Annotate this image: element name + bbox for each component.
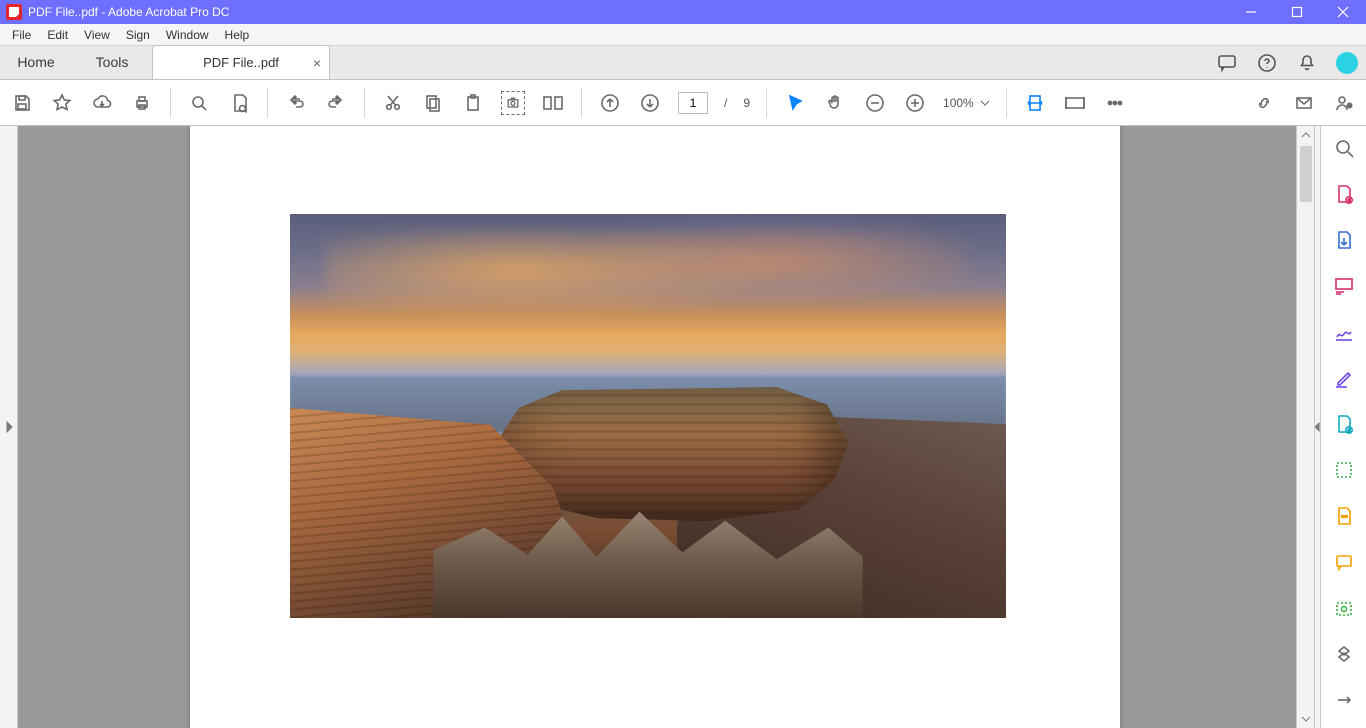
two-page-view-button[interactable] xyxy=(541,91,565,115)
tab-tools[interactable]: Tools xyxy=(72,45,152,79)
chevron-down-icon xyxy=(980,98,990,108)
zoom-in-button[interactable] xyxy=(903,91,927,115)
page-image xyxy=(290,214,1006,618)
tab-document-label: PDF File..pdf xyxy=(203,55,279,70)
prev-page-button[interactable] xyxy=(598,91,622,115)
help-icon[interactable] xyxy=(1256,52,1278,74)
scroll-thumb[interactable] xyxy=(1300,146,1312,202)
sidebar-comment-icon[interactable] xyxy=(1332,550,1356,574)
scroll-down-button[interactable] xyxy=(1297,710,1315,728)
next-page-button[interactable] xyxy=(638,91,662,115)
page-number-input[interactable] xyxy=(678,92,708,114)
window-titlebar: PDF File..pdf - Adobe Acrobat Pro DC xyxy=(0,0,1366,24)
window-maximize-button[interactable] xyxy=(1274,0,1320,24)
snapshot-button[interactable] xyxy=(501,91,525,115)
sidebar-more-icon[interactable] xyxy=(1332,688,1356,712)
menu-file[interactable]: File xyxy=(4,24,39,45)
share-link-button[interactable] xyxy=(1252,91,1276,115)
cloud-save-button[interactable] xyxy=(90,91,114,115)
menu-view[interactable]: View xyxy=(76,24,118,45)
nav-pane-toggle[interactable] xyxy=(0,126,18,728)
notifications-icon[interactable] xyxy=(1296,52,1318,74)
sidebar-combine-icon[interactable] xyxy=(1332,458,1356,482)
read-mode-button[interactable] xyxy=(1063,91,1087,115)
tools-sidebar xyxy=(1320,126,1366,728)
menu-bar: File Edit View Sign Window Help xyxy=(0,24,1366,46)
fit-width-button[interactable] xyxy=(1023,91,1047,115)
menu-window[interactable]: Window xyxy=(158,24,217,45)
sidebar-stamp-icon[interactable] xyxy=(1332,642,1356,666)
window-close-button[interactable] xyxy=(1320,0,1366,24)
pdf-page xyxy=(190,126,1120,728)
copy-format-button[interactable] xyxy=(421,91,445,115)
redo-button[interactable] xyxy=(324,91,348,115)
main-toolbar: / 9 100% xyxy=(0,80,1366,126)
sidebar-search-icon[interactable] xyxy=(1332,136,1356,160)
vertical-scrollbar[interactable] xyxy=(1296,126,1314,728)
menu-edit[interactable]: Edit xyxy=(39,24,76,45)
acrobat-app-icon xyxy=(6,4,22,20)
save-button[interactable] xyxy=(10,91,34,115)
page-total: 9 xyxy=(743,96,750,110)
print-button[interactable] xyxy=(130,91,154,115)
find-button[interactable] xyxy=(187,91,211,115)
share-email-button[interactable] xyxy=(1292,91,1316,115)
scroll-up-button[interactable] xyxy=(1297,126,1315,144)
zoom-out-button[interactable] xyxy=(863,91,887,115)
more-tools-button[interactable] xyxy=(1103,91,1127,115)
undo-button[interactable] xyxy=(284,91,308,115)
document-viewer[interactable] xyxy=(18,126,1296,728)
window-title: PDF File..pdf - Adobe Acrobat Pro DC xyxy=(28,5,229,19)
selection-tool-button[interactable] xyxy=(783,91,807,115)
menu-sign[interactable]: Sign xyxy=(118,24,158,45)
cut-button[interactable] xyxy=(381,91,405,115)
account-avatar[interactable] xyxy=(1336,52,1358,74)
tab-home[interactable]: Home xyxy=(0,45,72,79)
tab-document[interactable]: PDF File..pdf × xyxy=(152,45,330,79)
window-minimize-button[interactable] xyxy=(1228,0,1274,24)
clipboard-button[interactable] xyxy=(461,91,485,115)
zoom-select[interactable]: 100% xyxy=(943,96,990,110)
page-separator: / xyxy=(724,96,727,110)
menu-help[interactable]: Help xyxy=(217,24,258,45)
comments-icon[interactable] xyxy=(1216,52,1238,74)
sidebar-protect-icon[interactable] xyxy=(1332,596,1356,620)
star-button[interactable] xyxy=(50,91,74,115)
scan-ocr-button[interactable] xyxy=(227,91,251,115)
sidebar-redact-icon[interactable] xyxy=(1332,504,1356,528)
hand-tool-button[interactable] xyxy=(823,91,847,115)
zoom-value: 100% xyxy=(943,96,974,110)
sidebar-edit-pdf-icon[interactable] xyxy=(1332,412,1356,436)
tab-document-close-button[interactable]: × xyxy=(313,55,321,71)
sidebar-export-pdf-icon[interactable] xyxy=(1332,228,1356,252)
sidebar-create-pdf-icon[interactable] xyxy=(1332,182,1356,206)
share-people-button[interactable] xyxy=(1332,91,1356,115)
tab-strip: Home Tools PDF File..pdf × xyxy=(0,46,1366,80)
sidebar-organize-pages-icon[interactable] xyxy=(1332,274,1356,298)
sidebar-sign-icon[interactable] xyxy=(1332,320,1356,344)
sidebar-fill-sign-icon[interactable] xyxy=(1332,366,1356,390)
